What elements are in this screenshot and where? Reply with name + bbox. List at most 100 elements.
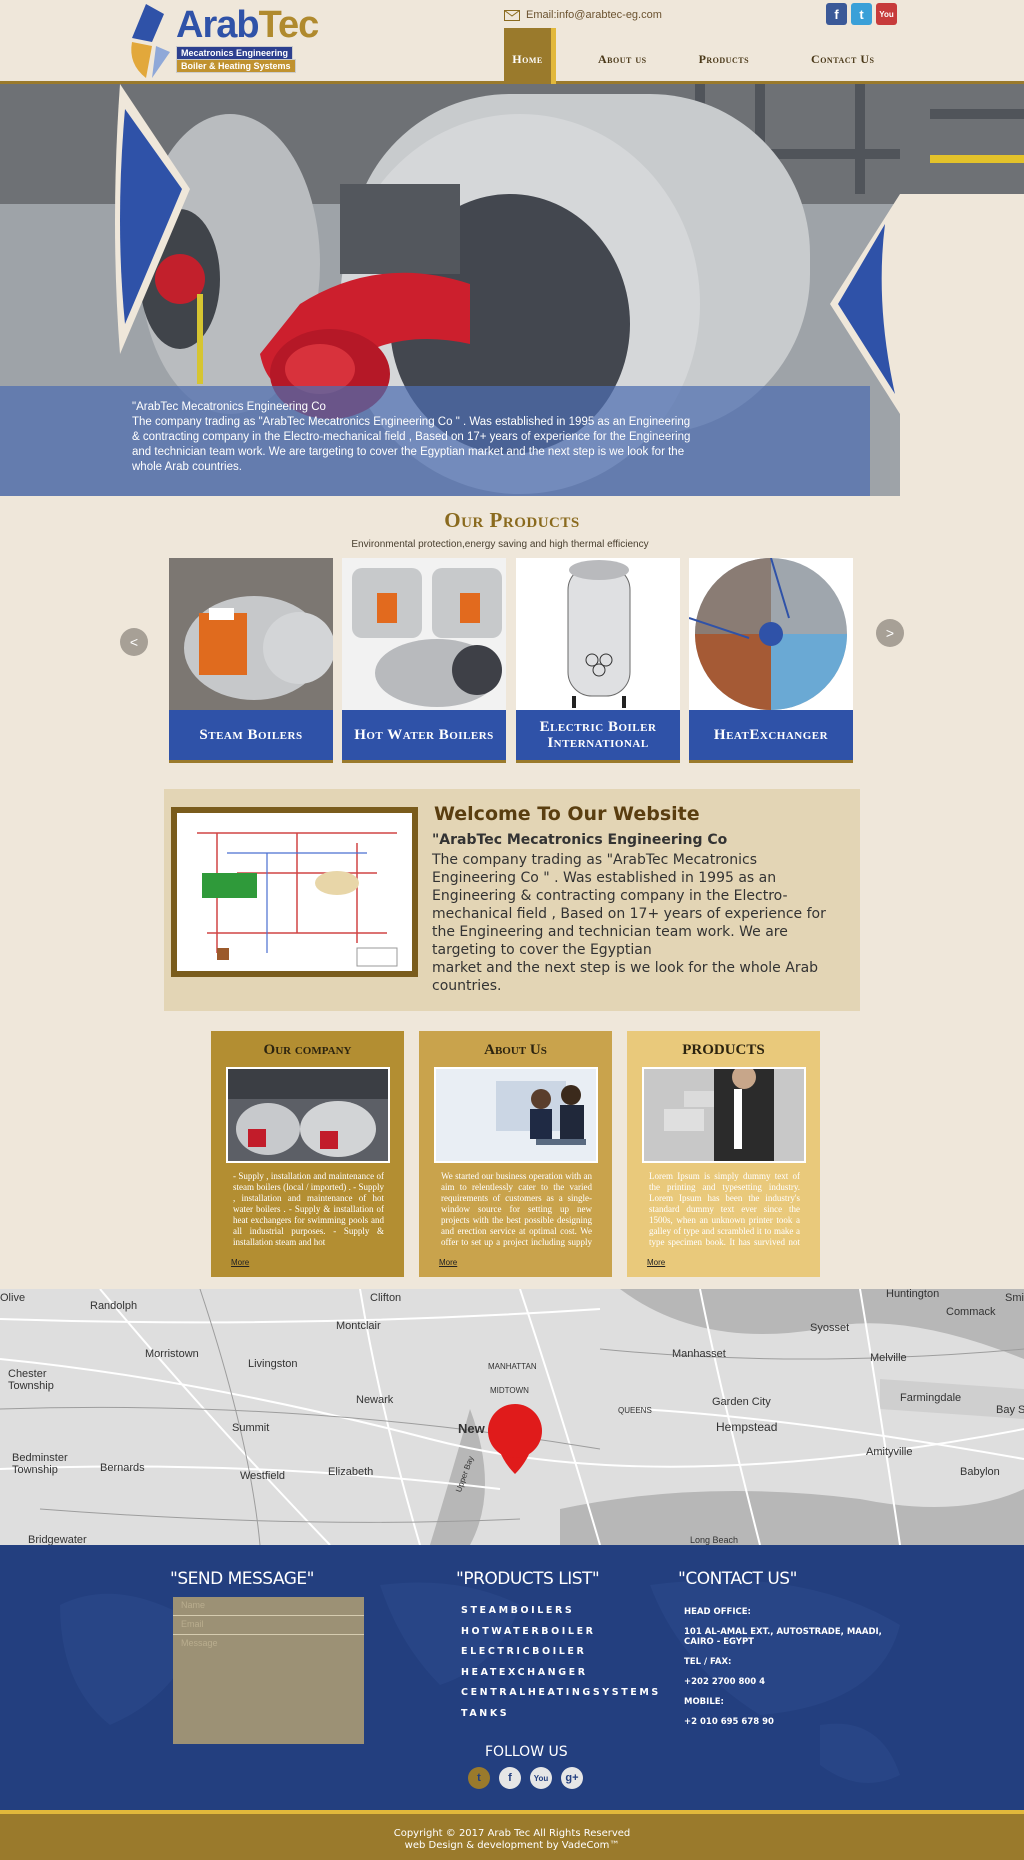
facebook-icon[interactable]: f xyxy=(499,1767,521,1789)
card-title: Our company xyxy=(263,1042,352,1058)
carousel-next-button[interactable]: > xyxy=(876,619,904,647)
twitter-icon[interactable]: t xyxy=(468,1767,490,1789)
card-text: - Supply , installation and maintenance … xyxy=(233,1171,384,1247)
welcome-subtitle: "ArabTec Mecatronics Engineering Co xyxy=(432,832,728,848)
contact-us-title: "CONTACT US" xyxy=(678,1569,797,1589)
youtube-icon[interactable]: You xyxy=(530,1767,552,1789)
svg-text:Livingston: Livingston xyxy=(248,1358,298,1370)
youtube-icon[interactable]: You xyxy=(876,3,897,25)
products-subtitle: Environmental protection,energy saving a… xyxy=(351,539,649,550)
svg-text:Chester: Chester xyxy=(8,1368,47,1380)
product-link[interactable]: HOTWATERBOILER xyxy=(461,1626,661,1647)
product-card-heatexchanger[interactable]: HeatExchanger xyxy=(689,558,853,763)
logo[interactable]: ArabTec Mecatronics Engineering Boiler &… xyxy=(126,2,319,80)
card-text: We started our business operation with a… xyxy=(441,1171,592,1247)
google-plus-icon[interactable]: g+ xyxy=(561,1767,583,1789)
credit-text[interactable]: web Design & development by VadeCom™ xyxy=(0,1840,1024,1852)
head-office-label: HEAD OFFICE: xyxy=(684,1607,751,1617)
products-title: Our Products xyxy=(444,508,580,532)
header-social: f t You xyxy=(826,3,897,25)
card-our-company: Our company - Supply , installation and … xyxy=(211,1031,404,1277)
steam-boiler-image xyxy=(169,558,333,710)
svg-text:Melville: Melville xyxy=(870,1352,907,1364)
svg-text:Garden City: Garden City xyxy=(712,1396,771,1408)
product-link[interactable]: HEATEXCHANGER xyxy=(461,1667,661,1688)
svg-text:Randolph: Randolph xyxy=(90,1300,137,1312)
email-field[interactable]: Email xyxy=(173,1616,364,1635)
follow-us-label: FOLLOW US xyxy=(485,1744,568,1760)
products-list: STEAMBOILERS HOTWATERBOILER ELECTRICBOIL… xyxy=(461,1605,661,1728)
product-card-hotwater[interactable]: Hot Water Boilers xyxy=(342,558,506,763)
boiler-room-image xyxy=(225,1067,390,1163)
product-link[interactable]: STEAMBOILERS xyxy=(461,1605,661,1626)
welcome-body-2: market and the next step is we look for … xyxy=(432,960,819,994)
products-list-title: "PRODUCTS LIST" xyxy=(456,1569,600,1589)
svg-text:Smi: Smi xyxy=(1005,1292,1024,1304)
product-link[interactable]: ELECTRICBOILER xyxy=(461,1646,661,1667)
svg-text:Bay Shore: Bay Shore xyxy=(996,1404,1024,1416)
mail-icon xyxy=(504,9,520,21)
product-label-steam: Steam Boilers xyxy=(169,710,333,763)
card-products: PRODUCTS Lorem Ipsum is simply dummy tex… xyxy=(627,1031,820,1277)
svg-text:Bernards: Bernards xyxy=(100,1462,145,1474)
card-about-us: About Us We started our business operati… xyxy=(419,1031,612,1277)
logo-mark-icon xyxy=(131,4,170,78)
product-label-electric: Electric Boiler International xyxy=(516,710,680,763)
logo-tagline-2: Boiler & Heating Systems xyxy=(176,59,296,73)
product-link[interactable]: CENTRALHEATINGSYSTEMS xyxy=(461,1687,661,1708)
hero-banner: "ArabTec Mecatronics Engineering Co The … xyxy=(0,84,1024,496)
heat-exchanger-image xyxy=(689,558,853,710)
footer-social: t f You g+ xyxy=(468,1767,583,1789)
svg-text:New: New xyxy=(458,1421,486,1436)
svg-text:Clifton: Clifton xyxy=(370,1292,401,1304)
svg-text:Commack: Commack xyxy=(946,1306,996,1318)
name-field[interactable]: Name xyxy=(173,1597,364,1616)
twitter-icon[interactable]: t xyxy=(851,3,872,25)
card-title: About Us xyxy=(484,1042,547,1058)
touchscreen-man-image xyxy=(641,1067,806,1163)
site-header: ArabTec Mecatronics Engineering Boiler &… xyxy=(0,0,1024,84)
svg-text:Syosset: Syosset xyxy=(810,1322,849,1334)
tel-value: +202 2700 800 4 xyxy=(684,1677,766,1687)
site-footer: "SEND MESSAGE" Name Email Message "PRODU… xyxy=(0,1545,1024,1810)
product-card-electric[interactable]: Electric Boiler International xyxy=(516,558,680,763)
svg-text:Manhasset: Manhasset xyxy=(672,1348,726,1360)
svg-text:Newark: Newark xyxy=(356,1394,394,1406)
svg-text:Babylon: Babylon xyxy=(960,1466,1000,1478)
carousel-prev-button[interactable]: < xyxy=(120,628,148,656)
svg-text:Morristown: Morristown xyxy=(145,1348,199,1360)
address: 101 AL-AMAL EXT., AUTOSTRADE, MAADI, CAI… xyxy=(684,1627,882,1647)
svg-text:Hempstead: Hempstead xyxy=(716,1420,777,1434)
header-email[interactable]: Email:info@arabtec-eg.com xyxy=(504,9,662,21)
product-card-steam[interactable]: Steam Boilers xyxy=(169,558,333,763)
contact-info: HEAD OFFICE: 101 AL-AMAL EXT., AUTOSTRAD… xyxy=(684,1607,884,1737)
nav-contact[interactable]: Contact Us xyxy=(811,28,874,84)
card-title: PRODUCTS xyxy=(682,1042,765,1058)
message-field[interactable]: Message xyxy=(173,1635,364,1742)
card-more-link[interactable]: More xyxy=(231,1258,249,1267)
location-map[interactable]: Olive Randolph Clifton Huntington Commack Smi… xyxy=(0,1289,1024,1545)
svg-text:Amityville: Amityville xyxy=(866,1446,912,1458)
svg-text:QUEENS: QUEENS xyxy=(618,1406,652,1415)
svg-text:MANHATTAN: MANHATTAN xyxy=(488,1362,537,1371)
nav-about[interactable]: About us xyxy=(598,28,647,84)
header-email-text: Email:info@arabtec-eg.com xyxy=(526,9,662,21)
svg-text:Olive: Olive xyxy=(0,1292,25,1304)
product-link[interactable]: TANKS xyxy=(461,1708,661,1729)
card-more-link[interactable]: More xyxy=(439,1258,457,1267)
welcome-body-1: The company trading as "ArabTec Mecatron… xyxy=(432,852,826,958)
contact-form: Name Email Message xyxy=(173,1597,364,1744)
card-more-link[interactable]: More xyxy=(647,1258,665,1267)
hero-caption-body: The company trading as "ArabTec Mecatron… xyxy=(132,416,691,473)
svg-text:Farmingdale: Farmingdale xyxy=(900,1392,961,1404)
business-meeting-image xyxy=(433,1067,598,1163)
card-text: Lorem Ipsum is simply dummy text of the … xyxy=(649,1171,800,1247)
svg-text:Huntington: Huntington xyxy=(886,1289,939,1300)
svg-text:Westfield: Westfield xyxy=(240,1470,285,1482)
nav-home[interactable]: Home xyxy=(504,28,556,84)
logo-word-arab: Arab xyxy=(176,4,260,46)
svg-text:Bridgewater: Bridgewater xyxy=(28,1534,87,1545)
nav-products[interactable]: Products xyxy=(699,28,749,84)
facebook-icon[interactable]: f xyxy=(826,3,847,25)
copyright-bar: Copyright © 2017 Arab Tec All Rights Res… xyxy=(0,1810,1024,1860)
